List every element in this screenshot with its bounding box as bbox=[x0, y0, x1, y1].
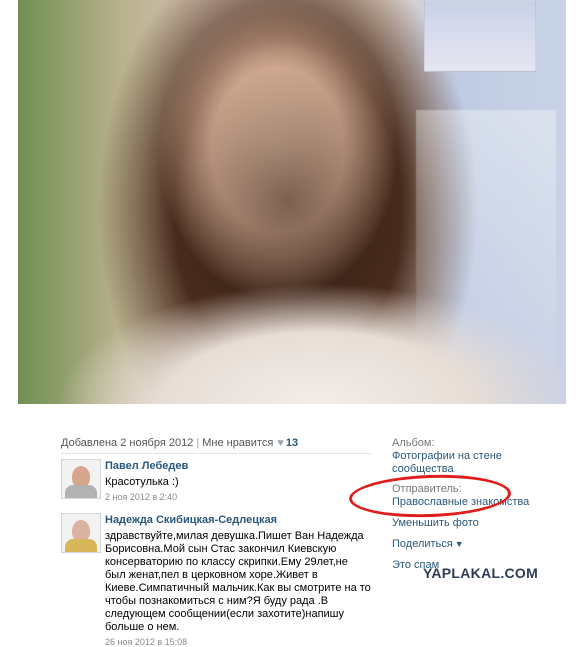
avatar[interactable] bbox=[61, 513, 101, 553]
comment-text: здравствуйте,милая девушка.Пишет Ван Над… bbox=[105, 530, 371, 633]
resize-link-text[interactable]: Уменьшить фото bbox=[392, 517, 479, 529]
separator: | bbox=[196, 437, 200, 449]
shoulder-area bbox=[38, 284, 566, 404]
post-photo[interactable] bbox=[18, 0, 566, 404]
avatar[interactable] bbox=[61, 459, 101, 499]
comment-date[interactable]: 26 ноя 2012 в 15:08 bbox=[105, 637, 371, 647]
resize-link[interactable]: Уменьшить фото bbox=[392, 517, 562, 530]
site-watermark: YAPLAKAL.COM bbox=[423, 565, 539, 581]
share-link[interactable]: Поделиться ▼ bbox=[392, 538, 562, 551]
comment-date[interactable]: 2 ноя 2012 в 2:40 bbox=[105, 492, 371, 502]
comment-item: Надежда Скибицкая-Седлецкая здравствуйте… bbox=[61, 513, 371, 647]
album-label: Альбом: bbox=[392, 437, 435, 449]
album-block: Альбом: Фотографии на стене сообщества bbox=[392, 437, 562, 476]
avatar-body bbox=[65, 485, 97, 498]
post-meta: Добавлена 2 ноября 2012 | Мне нравится ♥ 13 bbox=[61, 437, 371, 454]
added-date: Добавлена 2 ноября 2012 bbox=[61, 437, 194, 449]
comment-body: Павел Лебедев Красотулька :) 2 ноя 2012 … bbox=[105, 459, 371, 502]
comment-body: Надежда Скибицкая-Седлецкая здравствуйте… bbox=[105, 513, 371, 647]
like-button[interactable]: Мне нравится bbox=[202, 437, 273, 449]
comment-author[interactable]: Павел Лебедев bbox=[105, 459, 371, 473]
comment-item: Павел Лебедев Красотулька :) 2 ноя 2012 … bbox=[61, 459, 371, 502]
share-link-text[interactable]: Поделиться bbox=[392, 538, 453, 550]
likes-count: 13 bbox=[285, 437, 299, 449]
chevron-down-icon[interactable]: ▼ bbox=[453, 539, 464, 549]
comment-text: Красотулька :) bbox=[105, 476, 179, 488]
heart-icon[interactable]: ♥ bbox=[273, 437, 286, 449]
comment-author[interactable]: Надежда Скибицкая-Седлецкая bbox=[105, 513, 371, 527]
album-link[interactable]: Фотографии на стене сообщества bbox=[392, 450, 502, 475]
avatar-body bbox=[65, 539, 97, 552]
